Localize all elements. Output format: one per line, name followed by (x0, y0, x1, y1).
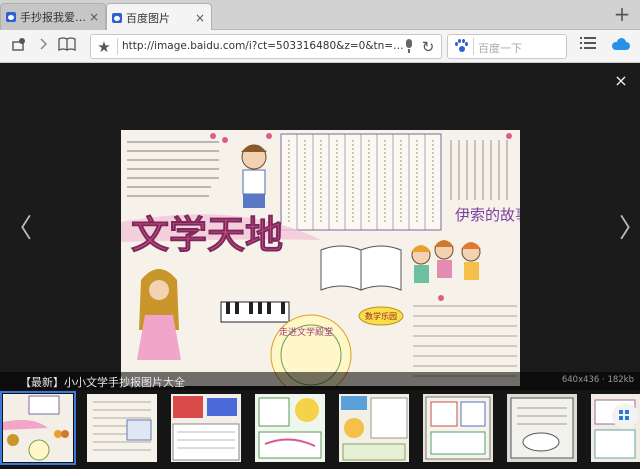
bookmarks-icon[interactable] (57, 36, 77, 56)
tab-title: 百度图片 (126, 11, 170, 25)
browser-window: 手抄报我爱文学... × 百度图片 × + ★ http://image.bai… (0, 0, 640, 469)
tab-strip: 手抄报我爱文学... × 百度图片 × + (0, 0, 640, 31)
microphone-icon[interactable] (405, 39, 413, 53)
url-text[interactable]: http://image.baidu.com/i?ct=503316480&z=… (122, 40, 404, 52)
baidu-favicon-icon (6, 12, 16, 22)
image-caption-bar: 【最新】小小文学手抄报图片大全 640x436 · 182kb (0, 372, 640, 390)
main-image[interactable]: 文学天地 伊索的故事 (121, 130, 520, 386)
address-bar[interactable]: ★ http://image.baidu.com/i?ct=503316480&… (90, 34, 442, 59)
thumbnail[interactable] (0, 391, 76, 465)
image-viewer: × 〈 〉 (0, 64, 640, 469)
menu-list-icon[interactable] (578, 36, 598, 56)
poster-drawing: 文学天地 伊索的故事 (121, 130, 520, 386)
thumbnail[interactable] (87, 394, 157, 462)
thumbnail[interactable] (339, 394, 409, 462)
cloud-tabs-icon[interactable] (9, 36, 29, 56)
poster-bubble-1: 数学乐园 (365, 311, 397, 321)
poster-bubble-2: 走进文学殿堂 (279, 326, 333, 338)
tab-shouchaobao[interactable]: 手抄报我爱文学... × (0, 3, 106, 30)
close-tab-icon[interactable]: × (89, 10, 99, 24)
grid-view-button[interactable] (612, 403, 638, 429)
poster-side-title: 伊索的故事 (455, 206, 520, 224)
thumbnail-strip (0, 390, 640, 469)
cloud-sync-icon[interactable] (612, 38, 630, 50)
baidu-favicon-icon (112, 12, 122, 23)
divider (473, 38, 474, 55)
image-meta: 640x436 · 182kb (561, 375, 634, 385)
search-placeholder: 百度一下 (478, 42, 522, 55)
divider (117, 38, 118, 55)
thumbnail[interactable] (255, 394, 325, 462)
bookmark-star-icon[interactable]: ★ (95, 37, 113, 57)
toolbar: ★ http://image.baidu.com/i?ct=503316480&… (0, 30, 640, 63)
new-tab-button[interactable]: + (612, 3, 632, 25)
next-image-button[interactable]: 〉 (619, 214, 640, 244)
forward-icon[interactable] (33, 36, 53, 56)
poster-title: 文学天地 (131, 212, 283, 257)
reload-icon[interactable]: ↻ (419, 37, 437, 57)
thumbnail[interactable] (423, 394, 493, 462)
previous-image-button[interactable]: 〈 (6, 214, 32, 244)
close-viewer-button[interactable]: × (614, 73, 628, 89)
image-caption: 【最新】小小文学手抄报图片大全 (20, 376, 185, 389)
tab-title: 手抄报我爱文学... (20, 11, 89, 24)
thumbnail[interactable] (507, 394, 577, 462)
tab-baidu-images[interactable]: 百度图片 × (106, 3, 212, 31)
thumbnail[interactable] (591, 394, 640, 462)
thumbnail[interactable] (171, 394, 241, 462)
baidu-paw-icon (454, 39, 469, 54)
search-box[interactable]: 百度一下 (447, 34, 567, 59)
close-tab-icon[interactable]: × (195, 11, 205, 25)
